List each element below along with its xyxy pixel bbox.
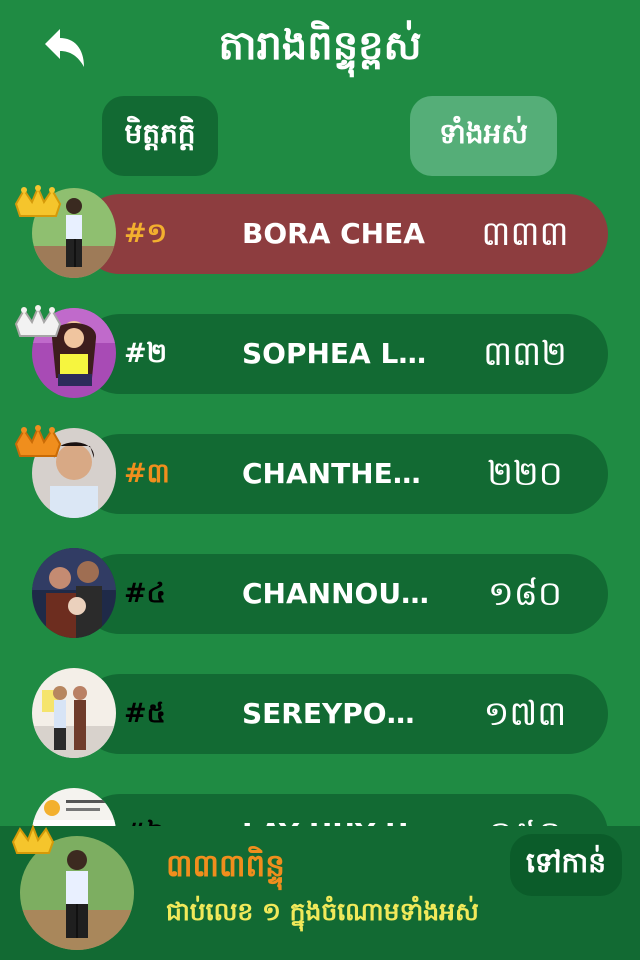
- player-name: BORA CHEA: [242, 217, 425, 250]
- leaderboard-row[interactable]: #២ SOPHEA L… ៣៣២: [0, 305, 640, 414]
- player-score: ១៧៣: [483, 694, 567, 734]
- gold-crown-icon: [10, 822, 56, 858]
- rank-label: #៣: [124, 458, 170, 489]
- rank-label: #៤: [124, 578, 166, 609]
- player-name: CHANNOU…: [242, 577, 428, 610]
- player-score-text: ៣៣៣ពិន្ទុ: [166, 848, 285, 884]
- leaderboard-row[interactable]: #៥ SEREYPO… ១៧៣: [0, 668, 640, 774]
- player-name: SEREYPO…: [242, 697, 415, 730]
- player-score: ៣៣៣: [481, 214, 569, 254]
- bronze-crown-icon: [12, 422, 64, 462]
- player-score: ១៨០: [488, 574, 562, 614]
- gold-crown-icon: [12, 182, 64, 222]
- silver-crown-icon: [12, 302, 64, 342]
- leaderboard-screen: តារាងពិន្ទុខ្ពស់ មិត្តភក្តិ ទាំងអស់ #១ B…: [0, 0, 640, 960]
- player-score: ៣៣២: [483, 334, 567, 374]
- tab-friends[interactable]: មិត្តភក្តិ: [102, 96, 218, 176]
- rank-label: #៥: [124, 698, 166, 729]
- player-name: CHANTHE…: [242, 457, 421, 490]
- avatar: [32, 548, 116, 638]
- leaderboard-row[interactable]: #១ BORA CHEA ៣៣៣: [0, 185, 640, 294]
- leaderboard-row[interactable]: #៣ CHANTHE… ២២០: [0, 425, 640, 534]
- page-title: តារាងពិន្ទុខ្ពស់: [218, 23, 422, 69]
- player-rank-text: ជាប់លេខ ១ ក្នុងចំណោមទាំងអស់: [166, 897, 479, 926]
- rank-label: #២: [124, 338, 168, 369]
- current-player-panel: ៣៣៣ពិន្ទុ ជាប់លេខ ១ ក្នុងចំណោមទាំងអស់ ទៅ…: [0, 824, 640, 960]
- goto-button[interactable]: ទៅកាន់: [510, 834, 622, 896]
- rank-label: #១: [124, 218, 168, 249]
- leaderboard-row[interactable]: #៤ CHANNOU… ១៨០: [0, 548, 640, 654]
- player-name: SOPHEA L…: [242, 337, 427, 370]
- player-score: ២២០: [487, 454, 563, 494]
- avatar: [32, 668, 116, 758]
- tab-all[interactable]: ទាំងអស់: [410, 96, 557, 176]
